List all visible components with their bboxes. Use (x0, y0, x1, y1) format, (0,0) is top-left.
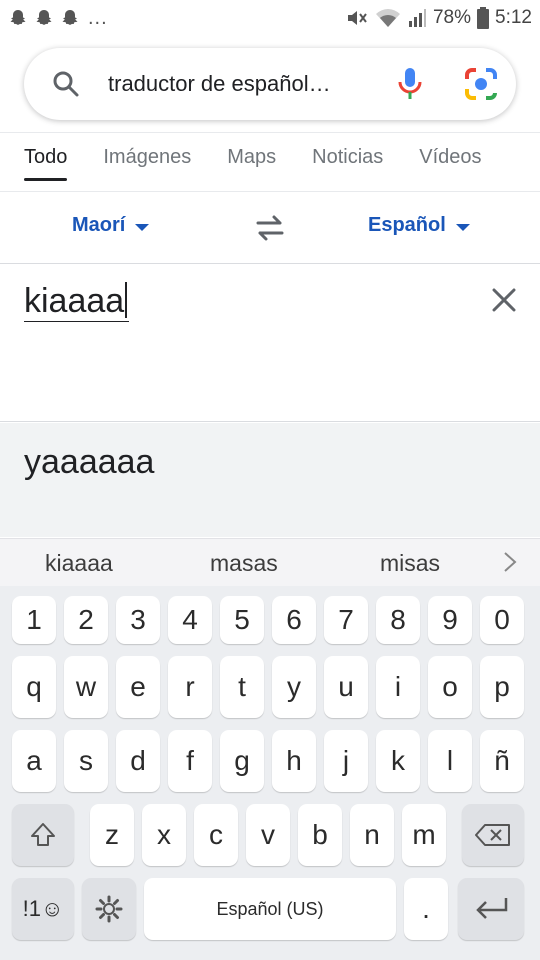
language-selector-bar: Maorí Español (0, 192, 540, 264)
key-h[interactable]: h (272, 730, 316, 792)
key-z[interactable]: z (90, 804, 134, 866)
source-language-label: Maorí (72, 214, 126, 236)
key-d[interactable]: d (116, 730, 160, 792)
search-header: traductor de español… (0, 36, 540, 132)
key-r[interactable]: r (168, 656, 212, 718)
key-n[interactable]: n (350, 804, 394, 866)
key-t[interactable]: t (220, 656, 264, 718)
chevron-right-icon[interactable] (502, 551, 518, 573)
tab-todo[interactable]: Todo (24, 133, 68, 191)
swap-languages-icon[interactable] (254, 214, 286, 242)
key-w[interactable]: w (64, 656, 108, 718)
system-status: 78% 5:12 (345, 7, 532, 29)
period-key[interactable]: . (404, 878, 448, 940)
snapchat-icon (36, 10, 52, 25)
target-language-label: Español (368, 214, 446, 236)
suggestion-3[interactable]: misas (380, 550, 440, 577)
wifi-icon (375, 9, 400, 27)
key-a[interactable]: a (12, 730, 56, 792)
search-bar[interactable]: traductor de español… (24, 48, 516, 120)
key-v[interactable]: v (246, 804, 290, 866)
text-cursor (125, 282, 128, 318)
key-l[interactable]: l (428, 730, 472, 792)
key-c[interactable]: c (194, 804, 238, 866)
notification-icons: ... (8, 7, 108, 30)
key-m[interactable]: m (402, 804, 446, 866)
mute-icon (347, 11, 367, 25)
symbols-key[interactable]: !1☺ (12, 878, 74, 940)
key-2[interactable]: 2 (64, 596, 108, 644)
battery-percent: 78% (432, 7, 472, 28)
enter-key[interactable] (458, 878, 524, 940)
mic-icon[interactable] (396, 67, 424, 101)
tab-imagenes[interactable]: Imágenes (103, 133, 191, 191)
target-language-dropdown[interactable]: Español (368, 214, 470, 237)
tab-maps[interactable]: Maps (227, 133, 276, 191)
snapchat-icon (10, 10, 26, 25)
key-u[interactable]: u (324, 656, 368, 718)
key-k[interactable]: k (376, 730, 420, 792)
key-q[interactable]: q (12, 656, 56, 718)
close-icon[interactable] (490, 286, 518, 314)
google-lens-icon[interactable] (464, 67, 498, 101)
translation-input-area[interactable]: kiaaaa (0, 264, 540, 422)
search-input[interactable]: traductor de español… (108, 71, 358, 97)
key-o[interactable]: o (428, 656, 472, 718)
chevron-down-icon (455, 223, 470, 231)
key-4[interactable]: 4 (168, 596, 212, 644)
shift-icon (31, 823, 55, 846)
key-9[interactable]: 9 (428, 596, 472, 644)
key-f[interactable]: f (168, 730, 212, 792)
key-0[interactable]: 0 (480, 596, 524, 644)
search-icon[interactable] (52, 70, 80, 98)
keyboard-suggestion-bar: kiaaaa masas misas (0, 538, 540, 586)
battery-icon (477, 7, 490, 29)
enter-icon (476, 898, 508, 919)
status-bar: ... 78% 5:12 (0, 0, 540, 36)
gear-icon (95, 895, 123, 923)
source-text-input[interactable]: kiaaaa (24, 282, 130, 322)
key-i[interactable]: i (376, 656, 420, 718)
backspace-key[interactable] (462, 804, 524, 866)
key-y[interactable]: y (272, 656, 316, 718)
suggestion-2[interactable]: masas (210, 550, 278, 577)
space-key[interactable]: Español (US) (144, 878, 396, 940)
clock: 5:12 (495, 7, 532, 28)
on-screen-keyboard: 1 2 3 4 5 6 7 8 9 0 q w e r t y u i o p … (0, 586, 540, 960)
key-1[interactable]: 1 (12, 596, 56, 644)
key-7[interactable]: 7 (324, 596, 368, 644)
key-p[interactable]: p (480, 656, 524, 718)
key-5[interactable]: 5 (220, 596, 264, 644)
tab-videos[interactable]: Vídeos (419, 133, 481, 191)
snapchat-icon (62, 10, 78, 25)
key-g[interactable]: g (220, 730, 264, 792)
search-tabs: Todo Imágenes Maps Noticias Vídeos (0, 132, 540, 192)
chevron-down-icon (135, 223, 150, 231)
key-3[interactable]: 3 (116, 596, 160, 644)
key-x[interactable]: x (142, 804, 186, 866)
backspace-icon (475, 824, 510, 846)
settings-key[interactable] (82, 878, 136, 940)
key-n-tilde[interactable]: ñ (480, 730, 524, 792)
key-b[interactable]: b (298, 804, 342, 866)
translated-text: yaaaaaa (24, 443, 155, 481)
signal-icon (408, 9, 426, 27)
suggestion-1[interactable]: kiaaaa (45, 550, 113, 577)
source-language-dropdown[interactable]: Maorí (72, 214, 150, 237)
more-notifications: ... (88, 6, 108, 29)
key-s[interactable]: s (64, 730, 108, 792)
key-8[interactable]: 8 (376, 596, 420, 644)
translation-output-area: yaaaaaa (0, 423, 540, 537)
key-j[interactable]: j (324, 730, 368, 792)
key-6[interactable]: 6 (272, 596, 316, 644)
source-text-value: kiaaaa (24, 282, 125, 320)
key-e[interactable]: e (116, 656, 160, 718)
shift-key[interactable] (12, 804, 74, 866)
tab-noticias[interactable]: Noticias (312, 133, 383, 191)
